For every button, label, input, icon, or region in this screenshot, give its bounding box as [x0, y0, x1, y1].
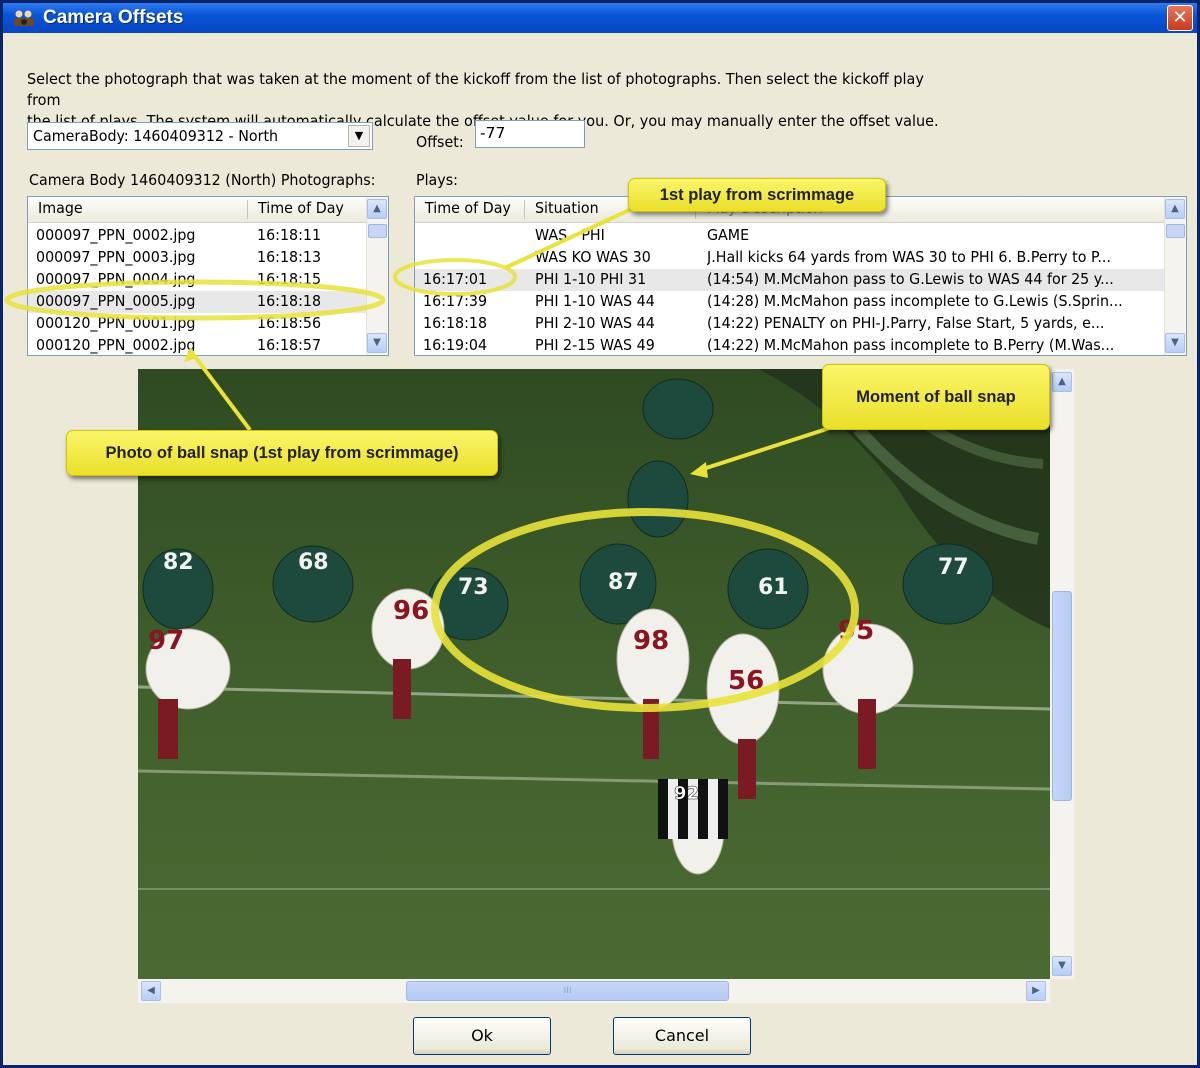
- camera-offsets-window: Camera Offsets ✕ Select the photograph t…: [0, 0, 1200, 1068]
- scroll-down-icon[interactable]: ▼: [1052, 956, 1072, 976]
- jersey-number: 96: [393, 596, 429, 626]
- camera-people-icon: [14, 10, 34, 26]
- jersey-number: 82: [163, 550, 194, 575]
- list-item-selected[interactable]: 000097_PPN_0005.jpg 16:18:18: [28, 291, 366, 313]
- column-header-situation[interactable]: Situation: [535, 199, 599, 217]
- play-time: 16:17:39: [423, 292, 488, 310]
- image-time: 16:18:15: [257, 270, 322, 288]
- close-button[interactable]: ✕: [1167, 5, 1193, 31]
- table-row[interactable]: 16:18:18 PHI 2-10 WAS 44 (14:22) PENALTY…: [415, 313, 1164, 335]
- scroll-left-icon[interactable]: ◀: [141, 981, 161, 1001]
- photographs-label: Camera Body 1460409312 (North) Photograp…: [29, 171, 376, 189]
- callout-first-play: 1st play from scrimmage: [628, 178, 886, 212]
- play-situation: PHI 2-10 WAS 44: [535, 314, 655, 332]
- photographs-list-header: Image Time of Day: [28, 197, 366, 223]
- table-row-selected[interactable]: 16:17:01 PHI 1-10 PHI 31 (14:54) M.McMah…: [415, 269, 1164, 291]
- scroll-right-icon[interactable]: ▶: [1026, 981, 1046, 1001]
- ok-button[interactable]: Ok: [413, 1017, 551, 1055]
- image-time: 16:18:56: [257, 314, 322, 332]
- plays-scrollbar[interactable]: ▲ ▼: [1164, 197, 1186, 355]
- offset-label: Offset:: [416, 133, 464, 151]
- scroll-corner: [1050, 979, 1074, 1003]
- callout-moment-of-ball-snap: Moment of ball snap: [822, 364, 1050, 430]
- table-row[interactable]: 16:17:39 PHI 1-10 WAS 44 (14:28) M.McMah…: [415, 291, 1164, 313]
- photographs-list[interactable]: Image Time of Day 000097_PPN_0002.jpg 16…: [27, 196, 389, 356]
- image-filename: 000097_PPN_0002.jpg: [36, 226, 196, 244]
- play-situation: WAS KO WAS 30: [535, 248, 651, 266]
- scroll-thumb[interactable]: [1052, 591, 1072, 801]
- camera-body-select[interactable]: CameraBody: 1460409312 - North ▼: [27, 122, 373, 150]
- jersey-number: 92: [674, 783, 699, 804]
- column-header-time-of-day[interactable]: Time of Day: [258, 199, 344, 217]
- play-time: 16:18:18: [423, 314, 488, 332]
- jersey-number: 87: [608, 570, 639, 595]
- jersey-number: 73: [458, 575, 489, 600]
- window-title: Camera Offsets: [43, 7, 184, 28]
- table-row[interactable]: 16:19:04 PHI 2-15 WAS 49 (14:22) M.McMah…: [415, 335, 1164, 355]
- play-description: (14:22) M.McMahon pass incomplete to B.P…: [707, 336, 1115, 354]
- list-item[interactable]: 000097_PPN_0003.jpg 16:18:13: [28, 247, 366, 269]
- jersey-number: 95: [838, 616, 874, 646]
- plays-label: Plays:: [416, 171, 458, 189]
- image-filename: 000120_PPN_0001.jpg: [36, 314, 196, 332]
- jersey-number: 68: [298, 550, 329, 575]
- jersey-number: 61: [758, 575, 789, 600]
- scroll-up-icon[interactable]: ▲: [367, 199, 387, 219]
- play-time: 16:17:01: [423, 270, 488, 288]
- play-description: GAME: [707, 226, 750, 244]
- play-description: J.Hall kicks 64 yards from WAS 30 to PHI…: [707, 248, 1111, 266]
- jersey-number: 77: [938, 555, 969, 580]
- play-situation: WAS - PHI: [535, 226, 605, 244]
- scroll-down-icon[interactable]: ▼: [367, 333, 387, 353]
- play-situation: PHI 1-10 PHI 31: [535, 270, 647, 288]
- scroll-thumb[interactable]: III: [406, 981, 729, 1001]
- callout-photo-of-ball-snap: Photo of ball snap (1st play from scrimm…: [66, 430, 498, 476]
- scroll-thumb[interactable]: [1166, 224, 1185, 238]
- dropdown-arrow-icon[interactable]: ▼: [348, 125, 370, 147]
- cancel-button[interactable]: Cancel: [613, 1017, 751, 1055]
- image-filename: 000097_PPN_0003.jpg: [36, 248, 196, 266]
- table-row[interactable]: WAS KO WAS 30 J.Hall kicks 64 yards from…: [415, 247, 1164, 269]
- camera-body-selected: CameraBody: 1460409312 - North: [33, 127, 279, 145]
- list-item[interactable]: 000120_PPN_0002.jpg 16:18:57: [28, 335, 366, 355]
- image-time: 16:18:18: [257, 292, 322, 310]
- list-item[interactable]: 000097_PPN_0002.jpg 16:18:11: [28, 225, 366, 247]
- image-filename: 000097_PPN_0004.jpg: [36, 270, 196, 288]
- jersey-number: 97: [148, 626, 184, 656]
- referee: 92: [658, 779, 728, 839]
- image-time: 16:18:13: [257, 248, 322, 266]
- list-item[interactable]: 000120_PPN_0001.jpg 16:18:56: [28, 313, 366, 335]
- table-row[interactable]: WAS - PHI GAME: [415, 225, 1164, 247]
- play-description: (14:22) PENALTY on PHI-J.Parry, False St…: [707, 314, 1105, 332]
- play-situation: PHI 2-15 WAS 49: [535, 336, 655, 354]
- play-time: 16:19:04: [423, 336, 488, 354]
- plays-list[interactable]: Time of Day Situation Play Description W…: [414, 196, 1187, 356]
- play-situation: PHI 1-10 WAS 44: [535, 292, 655, 310]
- image-filename: 000097_PPN_0005.jpg: [36, 292, 196, 310]
- photo-horizontal-scrollbar[interactable]: ◀ III ▶: [138, 979, 1050, 1003]
- jersey-number: 56: [728, 666, 764, 696]
- scroll-thumb[interactable]: [368, 224, 387, 238]
- play-description: (14:54) M.McMahon pass to G.Lewis to WAS…: [707, 270, 1114, 288]
- list-item[interactable]: 000097_PPN_0004.jpg 16:18:15: [28, 269, 366, 291]
- scroll-up-icon[interactable]: ▲: [1052, 372, 1072, 392]
- scroll-down-icon[interactable]: ▼: [1165, 333, 1185, 353]
- photo-vertical-scrollbar[interactable]: ▲ ▼: [1050, 369, 1074, 979]
- image-filename: 000120_PPN_0002.jpg: [36, 336, 196, 354]
- offset-input[interactable]: -77: [475, 120, 585, 148]
- column-header-time-of-day[interactable]: Time of Day: [425, 199, 511, 217]
- scroll-up-icon[interactable]: ▲: [1165, 199, 1185, 219]
- jersey-number: 98: [633, 626, 669, 656]
- photographs-scrollbar[interactable]: ▲ ▼: [366, 197, 388, 355]
- title-bar[interactable]: Camera Offsets ✕: [3, 3, 1197, 33]
- image-time: 16:18:11: [257, 226, 322, 244]
- column-header-image[interactable]: Image: [38, 199, 83, 217]
- play-description: (14:28) M.McMahon pass incomplete to G.L…: [707, 292, 1123, 310]
- image-time: 16:18:57: [257, 336, 322, 354]
